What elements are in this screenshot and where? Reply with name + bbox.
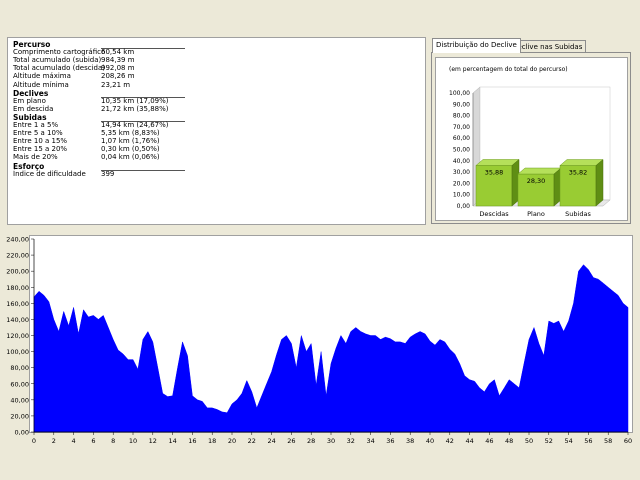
x-tick-label: 6 [91,437,95,445]
bar-plano [517,167,562,207]
bar-top [517,167,562,175]
x-tick-label: 16 [188,437,196,445]
y-tick-label: 160,00 [6,300,29,308]
x-tick-label: 10 [129,437,137,445]
slope-bar-chart-svg: (em percentagem do total do percurso) 0,… [449,66,611,218]
stat-value: 399 [101,169,115,178]
bar-side [595,158,604,207]
y-tick-label: 100,00 [449,90,470,97]
y-tick-label: 120,00 [6,332,29,340]
bar-top [559,159,604,166]
x-tick-label: 56 [584,437,592,445]
x-category-label: Plano [527,210,545,218]
bar-value-label: 35,82 [569,169,588,177]
bar-subidas [559,158,604,207]
x-tick-label: 44 [465,437,473,445]
slope-distribution-chart: (em percentagem do total do percurso) 0,… [435,57,628,221]
x-tick-label: 40 [426,437,434,445]
y-tick-label: 60,00 [10,380,29,388]
tab-slope-distribution[interactable]: Distribuição do Declive [432,38,521,53]
stat-value: 23,21 m [101,80,131,89]
x-tick-label: 52 [545,437,553,445]
y-tick-label: 30,00 [453,169,470,176]
x-category-label: Subidas [565,210,591,218]
y-tick-label: 140,00 [6,316,29,324]
x-tick-label: 8 [111,437,115,445]
x-tick-label: 36 [386,437,394,445]
y-tick-label: 40,00 [453,158,470,165]
x-tick-label: 12 [149,437,157,445]
stat-value: 0,04 km (0,06%) [101,153,160,162]
tab-page: (em percentagem do total do percurso) 0,… [431,52,631,224]
x-tick-label: 2 [52,437,56,445]
x-tick-label: 54 [564,437,572,445]
y-tick-label: 0,00 [15,429,29,437]
x-tick-label: 46 [485,437,493,445]
y-tick-label: 100,00 [6,348,29,356]
y-tick-label: 220,00 [6,252,29,260]
x-tick-label: 32 [347,437,355,445]
y-tick-label: 180,00 [6,284,29,292]
x-tick-label: 30 [327,437,335,445]
y-tick-label: 0,00 [457,203,471,210]
bar-value-label: 35,88 [485,168,504,176]
y-tick-label: 40,00 [10,396,29,404]
x-tick-label: 38 [406,437,414,445]
y-tick-label: 10,00 [453,192,470,199]
x-tick-label: 28 [307,437,315,445]
stat-label: Índice de dificuldade [13,169,86,178]
x-tick-label: 34 [366,437,374,445]
y-tick-label: 70,00 [453,124,470,131]
x-tick-label: 14 [168,437,176,445]
x-tick-label: 4 [72,437,76,445]
x-tick-label: 50 [525,437,533,445]
bar-top [475,159,520,166]
x-tick-label: 60 [624,437,632,445]
stat-value: 21,72 km (35,88%) [101,104,169,113]
bar-value-label: 28,30 [527,177,546,185]
x-tick-label: 20 [228,437,236,445]
x-tick-label: 58 [604,437,612,445]
x-tick-label: 26 [287,437,295,445]
x-tick-label: 24 [267,437,275,445]
y-tick-label: 80,00 [10,364,29,372]
x-tick-label: 42 [446,437,454,445]
y-tick-label: 60,00 [453,135,470,142]
y-tick-label: 50,00 [453,147,470,154]
y-tick-label: 200,00 [6,268,29,276]
x-category-label: Descidas [479,210,509,218]
elevation-profile-chart [29,235,633,433]
route-statistics-panel: Percurso Comprimento cartográfico 60,54 km… [7,37,426,225]
x-tick-label: 0 [32,437,36,445]
y-tick-label: 240,00 [6,236,29,244]
x-tick-label: 48 [505,437,513,445]
y-tick-label: 90,00 [453,101,470,108]
x-tick-label: 18 [208,437,216,445]
chart-subtitle: (em percentagem do total do percurso) [449,66,568,73]
y-tick-label: 20,00 [453,180,470,187]
bar-descidas [475,158,520,207]
y-tick-label: 80,00 [453,113,470,120]
x-tick-label: 22 [248,437,256,445]
y-tick-label: 20,00 [10,412,29,420]
